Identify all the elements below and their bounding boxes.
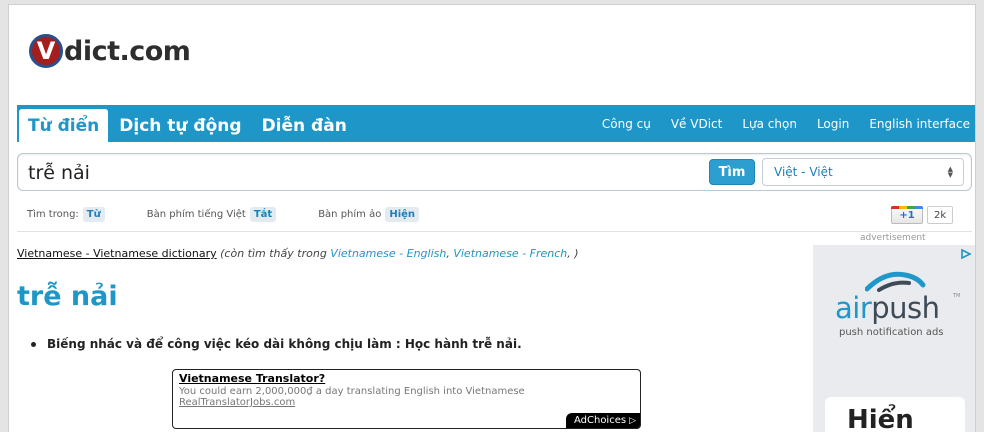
tab-auto-translate[interactable]: Dịch tự động (110, 109, 250, 142)
airpush-swoosh-icon (865, 271, 926, 292)
ad-info-icon[interactable] (959, 247, 973, 261)
virtual-keyboard-toggle[interactable]: Hiện (385, 206, 420, 222)
vietnamese-keyboard-label: Bàn phím tiếng Việt (146, 208, 246, 220)
logo-mark: V (29, 34, 63, 68)
airpush-logo: airpush (835, 291, 940, 325)
nav-link-about[interactable]: Về VDict (671, 117, 723, 131)
google-plus-one-button[interactable]: +1 (891, 206, 923, 224)
advertisement-label: advertisement (860, 233, 926, 243)
main-nav-bar: Từ điển Dịch tự động Diễn đàn Công cụ Về… (17, 105, 975, 142)
divider (17, 231, 972, 232)
nav-link-options[interactable]: Lựa chọn (742, 117, 797, 131)
vdict-logo[interactable]: V dict.com (29, 31, 191, 71)
nav-link-english-interface[interactable]: English interface (869, 117, 970, 131)
select-arrows-icon: ▲ ▼ (947, 165, 953, 179)
dictionary-name-link[interactable]: Vietnamese - Vietnamese dictionary (17, 247, 217, 260)
tab-dictionary[interactable]: Từ điển (19, 109, 109, 142)
virtual-keyboard-label: Bàn phím ảo (318, 208, 382, 220)
search-options: Tìm trong: Từ Bàn phím tiếng Việt Tắt Bà… (27, 205, 461, 223)
also-found-link-vi-fr[interactable]: Vietnamese - French (453, 247, 567, 260)
ad-title-link[interactable]: Vietnamese Translator? (179, 372, 634, 385)
definition-item: Biếng nhác và để công việc kéo dài không… (31, 337, 522, 351)
airpush-trademark: TM (953, 293, 961, 299)
dictionary-source-line: Vietnamese - Vietnamese dictionary (còn … (17, 247, 579, 260)
google-plus-widget: +1 2k (891, 205, 954, 225)
tab-forum[interactable]: Diễn đàn (253, 109, 356, 142)
search-input[interactable] (28, 160, 688, 186)
dictionary-select[interactable]: Việt - Việt ▲ ▼ (762, 158, 964, 186)
google-plus-count: 2k (927, 206, 954, 224)
ad-description: You could earn 2,000,000₫ a day translat… (179, 386, 525, 397)
search-in-label: Tìm trong: (27, 208, 79, 220)
nav-link-tools[interactable]: Công cụ (602, 117, 651, 131)
search-button[interactable]: Tìm (709, 159, 755, 185)
adchoices-button[interactable]: AdChoices ▷ (565, 413, 640, 428)
search-in-toggle[interactable]: Từ (82, 206, 105, 222)
ad-bottom-text: Hiển (847, 405, 914, 432)
page-container: V dict.com Từ điển Dịch tự động Diễn đàn… (8, 4, 976, 432)
bullet-icon (31, 341, 36, 347)
vietnamese-keyboard-toggle[interactable]: Tắt (249, 206, 277, 222)
also-found-link-vi-en[interactable]: Vietnamese - English (330, 247, 446, 260)
side-banner-ad[interactable]: airpush TM push notification ads Hiển (813, 245, 975, 432)
dictionary-select-value: Việt - Việt (774, 165, 833, 179)
headword-title: trễ nải (17, 281, 118, 312)
definition-text: Biếng nhác và để công việc kéo dài không… (47, 337, 522, 351)
adchoices-icon: ▷ (629, 415, 636, 426)
nav-link-login[interactable]: Login (817, 117, 849, 131)
text-advertisement[interactable]: Vietnamese Translator? You could earn 2,… (172, 369, 641, 429)
ad-url-link[interactable]: RealTranslatorJobs.com (179, 397, 634, 408)
airpush-tagline: push notification ads (839, 327, 944, 338)
logo-text: dict.com (64, 35, 191, 67)
search-bar: Tìm Việt - Việt ▲▼ (17, 153, 972, 191)
definition-list: Biếng nhác và để công việc kéo dài không… (31, 337, 522, 351)
also-found-in: (còn tìm thấy trong Vietnamese - English… (220, 247, 579, 260)
